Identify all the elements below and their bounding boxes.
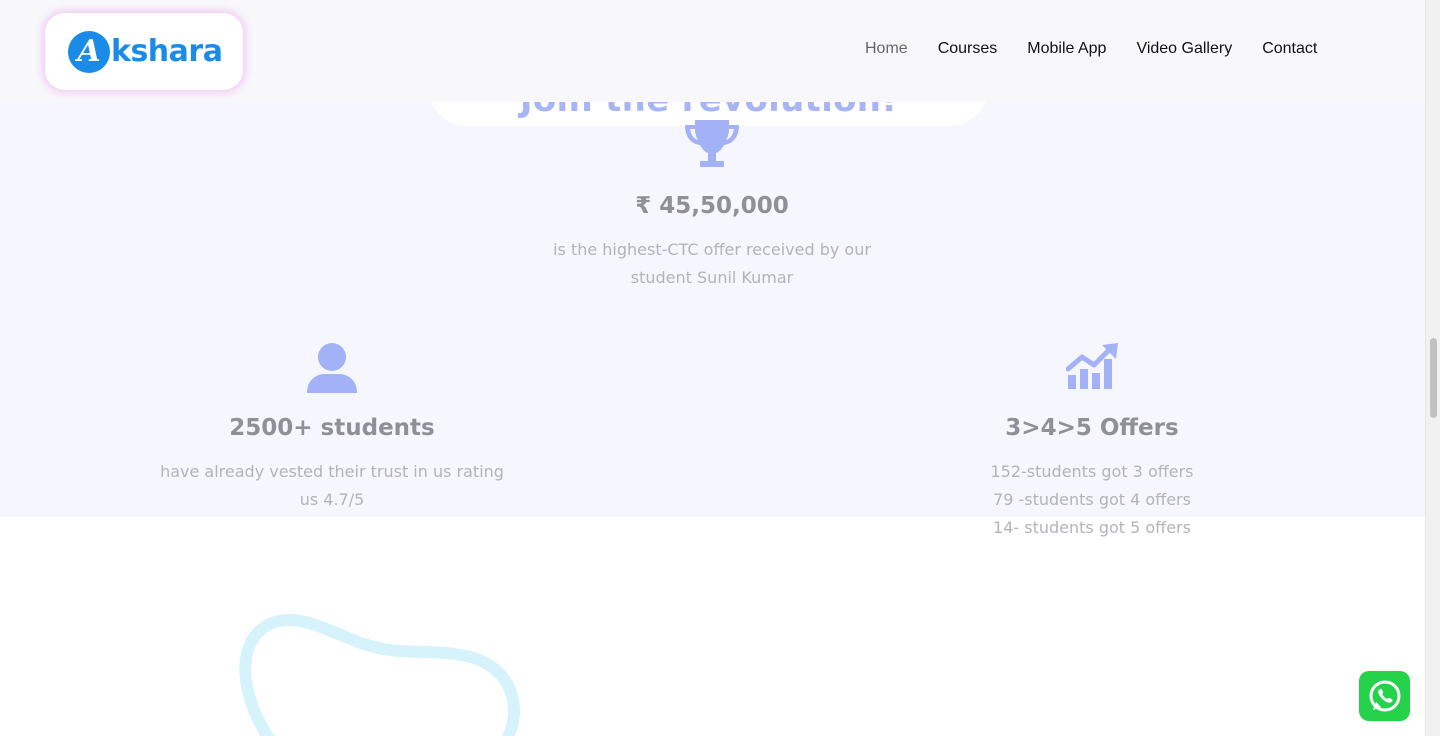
ctc-desc-line: is the highest-CTC offer received by our: [553, 240, 871, 259]
nav-courses[interactable]: Courses: [938, 40, 998, 58]
offers-desc-line: 152-students got 3 offers: [990, 462, 1194, 481]
trophy-icon: [685, 120, 739, 167]
whatsapp-icon: [1369, 680, 1400, 712]
students-desc-line: us 4.7/5: [299, 490, 365, 509]
nav-contact[interactable]: Contact: [1262, 40, 1317, 58]
offers-desc-line: 14- students got 5 offers: [993, 518, 1191, 537]
user-icon: [307, 343, 357, 393]
ctc-desc-line: student Sunil Kumar: [630, 268, 794, 287]
students-description: have already vested their trust in us ra…: [132, 458, 532, 514]
logo-icon: A: [68, 30, 110, 73]
nav-mobile-app[interactable]: Mobile App: [1027, 40, 1106, 58]
chart-growth-icon: [1066, 343, 1118, 389]
main-nav: Home Courses Mobile App Video Gallery Co…: [865, 40, 1317, 58]
whatsapp-button[interactable]: [1359, 671, 1410, 721]
students-value: 2500+ students: [229, 415, 435, 441]
ctc-value: ₹ 45,50,000: [635, 193, 789, 219]
offers-value: 3>4>5 Offers: [1005, 415, 1179, 441]
decorative-blob: [239, 613, 521, 736]
students-desc-line: have already vested their trust in us ra…: [160, 462, 504, 481]
nav-home[interactable]: Home: [865, 40, 908, 58]
site-header: A kshara Home Courses Mobile App Video G…: [0, 0, 1425, 102]
logo-link[interactable]: A kshara: [45, 13, 243, 90]
logo-text: kshara: [111, 34, 223, 69]
scrollbar[interactable]: [1425, 0, 1440, 736]
offers-description: 152-students got 3 offers 79 -students g…: [942, 458, 1242, 542]
ctc-description: is the highest-CTC offer received by our…: [512, 236, 912, 292]
offers-desc-line: 79 -students got 4 offers: [993, 490, 1191, 509]
scrollbar-thumb[interactable]: [1430, 338, 1437, 418]
nav-video-gallery[interactable]: Video Gallery: [1136, 40, 1232, 58]
